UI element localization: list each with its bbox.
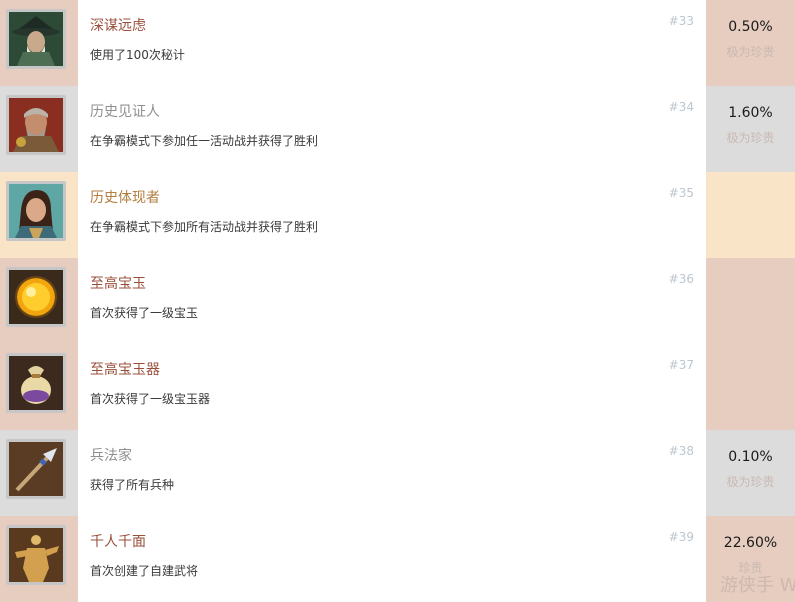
unlock-percentage: 1.60%: [728, 105, 773, 121]
spear-icon: [6, 439, 66, 499]
achievement-description: 首次创建了自建武将: [90, 564, 199, 578]
achievement-title: 千人千面: [90, 534, 146, 550]
achievement-number: #33: [668, 14, 694, 28]
achievement-title: 至高宝玉: [90, 276, 146, 292]
rarity-label: 珍贵: [738, 561, 763, 575]
young-hero-portrait-icon: [6, 181, 66, 241]
achievement-rarity-panel: 0.50% 极为珍贵: [706, 0, 795, 86]
achievement-icon-panel: [0, 86, 78, 172]
achievement-row[interactable]: 兵法家获得了所有兵种 #38 0.10% 极为珍贵: [0, 430, 795, 516]
achievement-description: 使用了100次秘计: [90, 48, 185, 62]
achievement-number: #35: [668, 186, 694, 200]
achievement-title: 至高宝玉器: [90, 362, 160, 378]
achievement-rarity-panel: 1.60% 极为珍贵: [706, 86, 795, 172]
hooded-general-portrait-icon: [6, 9, 66, 69]
achievement-icon-panel: [0, 258, 78, 344]
achievement-description: 首次获得了一级宝玉器: [90, 392, 211, 406]
achievement-row[interactable]: 千人千面首次创建了自建武将 #39 22.60% 珍贵: [0, 516, 795, 602]
achievement-number: #38: [668, 444, 694, 458]
achievement-icon-panel: [0, 0, 78, 86]
achievement-row[interactable]: 历史体现者在争霸模式下参加所有活动战并获得了胜利 #35: [0, 172, 795, 258]
achievement-row[interactable]: 深谋远虑使用了100次秘计 #33 0.50% 极为珍贵: [0, 0, 795, 86]
achievement-row[interactable]: 至高宝玉首次获得了一级宝玉 #36: [0, 258, 795, 344]
achievement-icon-panel: [0, 516, 78, 602]
achievement-rarity-panel: 22.60% 珍贵: [706, 516, 795, 602]
achievement-title: 历史见证人: [90, 104, 160, 120]
achievement-description: 获得了所有兵种: [90, 478, 175, 492]
achievement-description: 在争霸模式下参加所有活动战并获得了胜利: [90, 220, 319, 234]
rarity-label: 极为珍贵: [726, 475, 775, 489]
achievement-row[interactable]: 至高宝玉器首次获得了一级宝玉器 #37: [0, 344, 795, 430]
achievement-number: #34: [668, 100, 694, 114]
achievement-title: 深谋远虑: [90, 18, 146, 34]
achievement-row[interactable]: 历史见证人在争霸模式下参加任一活动战并获得了胜利 #34 1.60% 极为珍贵: [0, 86, 795, 172]
achievement-number: #39: [668, 530, 694, 544]
achievement-number: #37: [668, 358, 694, 372]
achievement-rarity-panel: [706, 172, 795, 258]
unlock-percentage: 22.60%: [723, 535, 778, 551]
achievement-description: 首次获得了一级宝玉: [90, 306, 199, 320]
golden-orb-icon: [6, 267, 66, 327]
rarity-label: 极为珍贵: [726, 45, 775, 59]
achievement-description: 在争霸模式下参加任一活动战并获得了胜利: [90, 134, 319, 148]
achievement-rarity-panel: [706, 258, 795, 344]
achievement-icon-panel: [0, 344, 78, 430]
achievement-icon-panel: [0, 172, 78, 258]
treasure-pouch-icon: [6, 353, 66, 413]
unlock-percentage: 0.50%: [728, 19, 773, 35]
unlock-percentage: 0.10%: [728, 449, 773, 465]
achievement-number: #36: [668, 272, 694, 286]
achievement-rarity-panel: 0.10% 极为珍贵: [706, 430, 795, 516]
achievement-icon-panel: [0, 430, 78, 516]
achievement-rarity-panel: [706, 344, 795, 430]
bearded-warrior-portrait-icon: [6, 95, 66, 155]
achievement-title: 兵法家: [90, 448, 132, 464]
rarity-label: 极为珍贵: [726, 131, 775, 145]
warrior-silhouette-icon: [6, 525, 66, 585]
achievement-title: 历史体现者: [90, 190, 160, 206]
